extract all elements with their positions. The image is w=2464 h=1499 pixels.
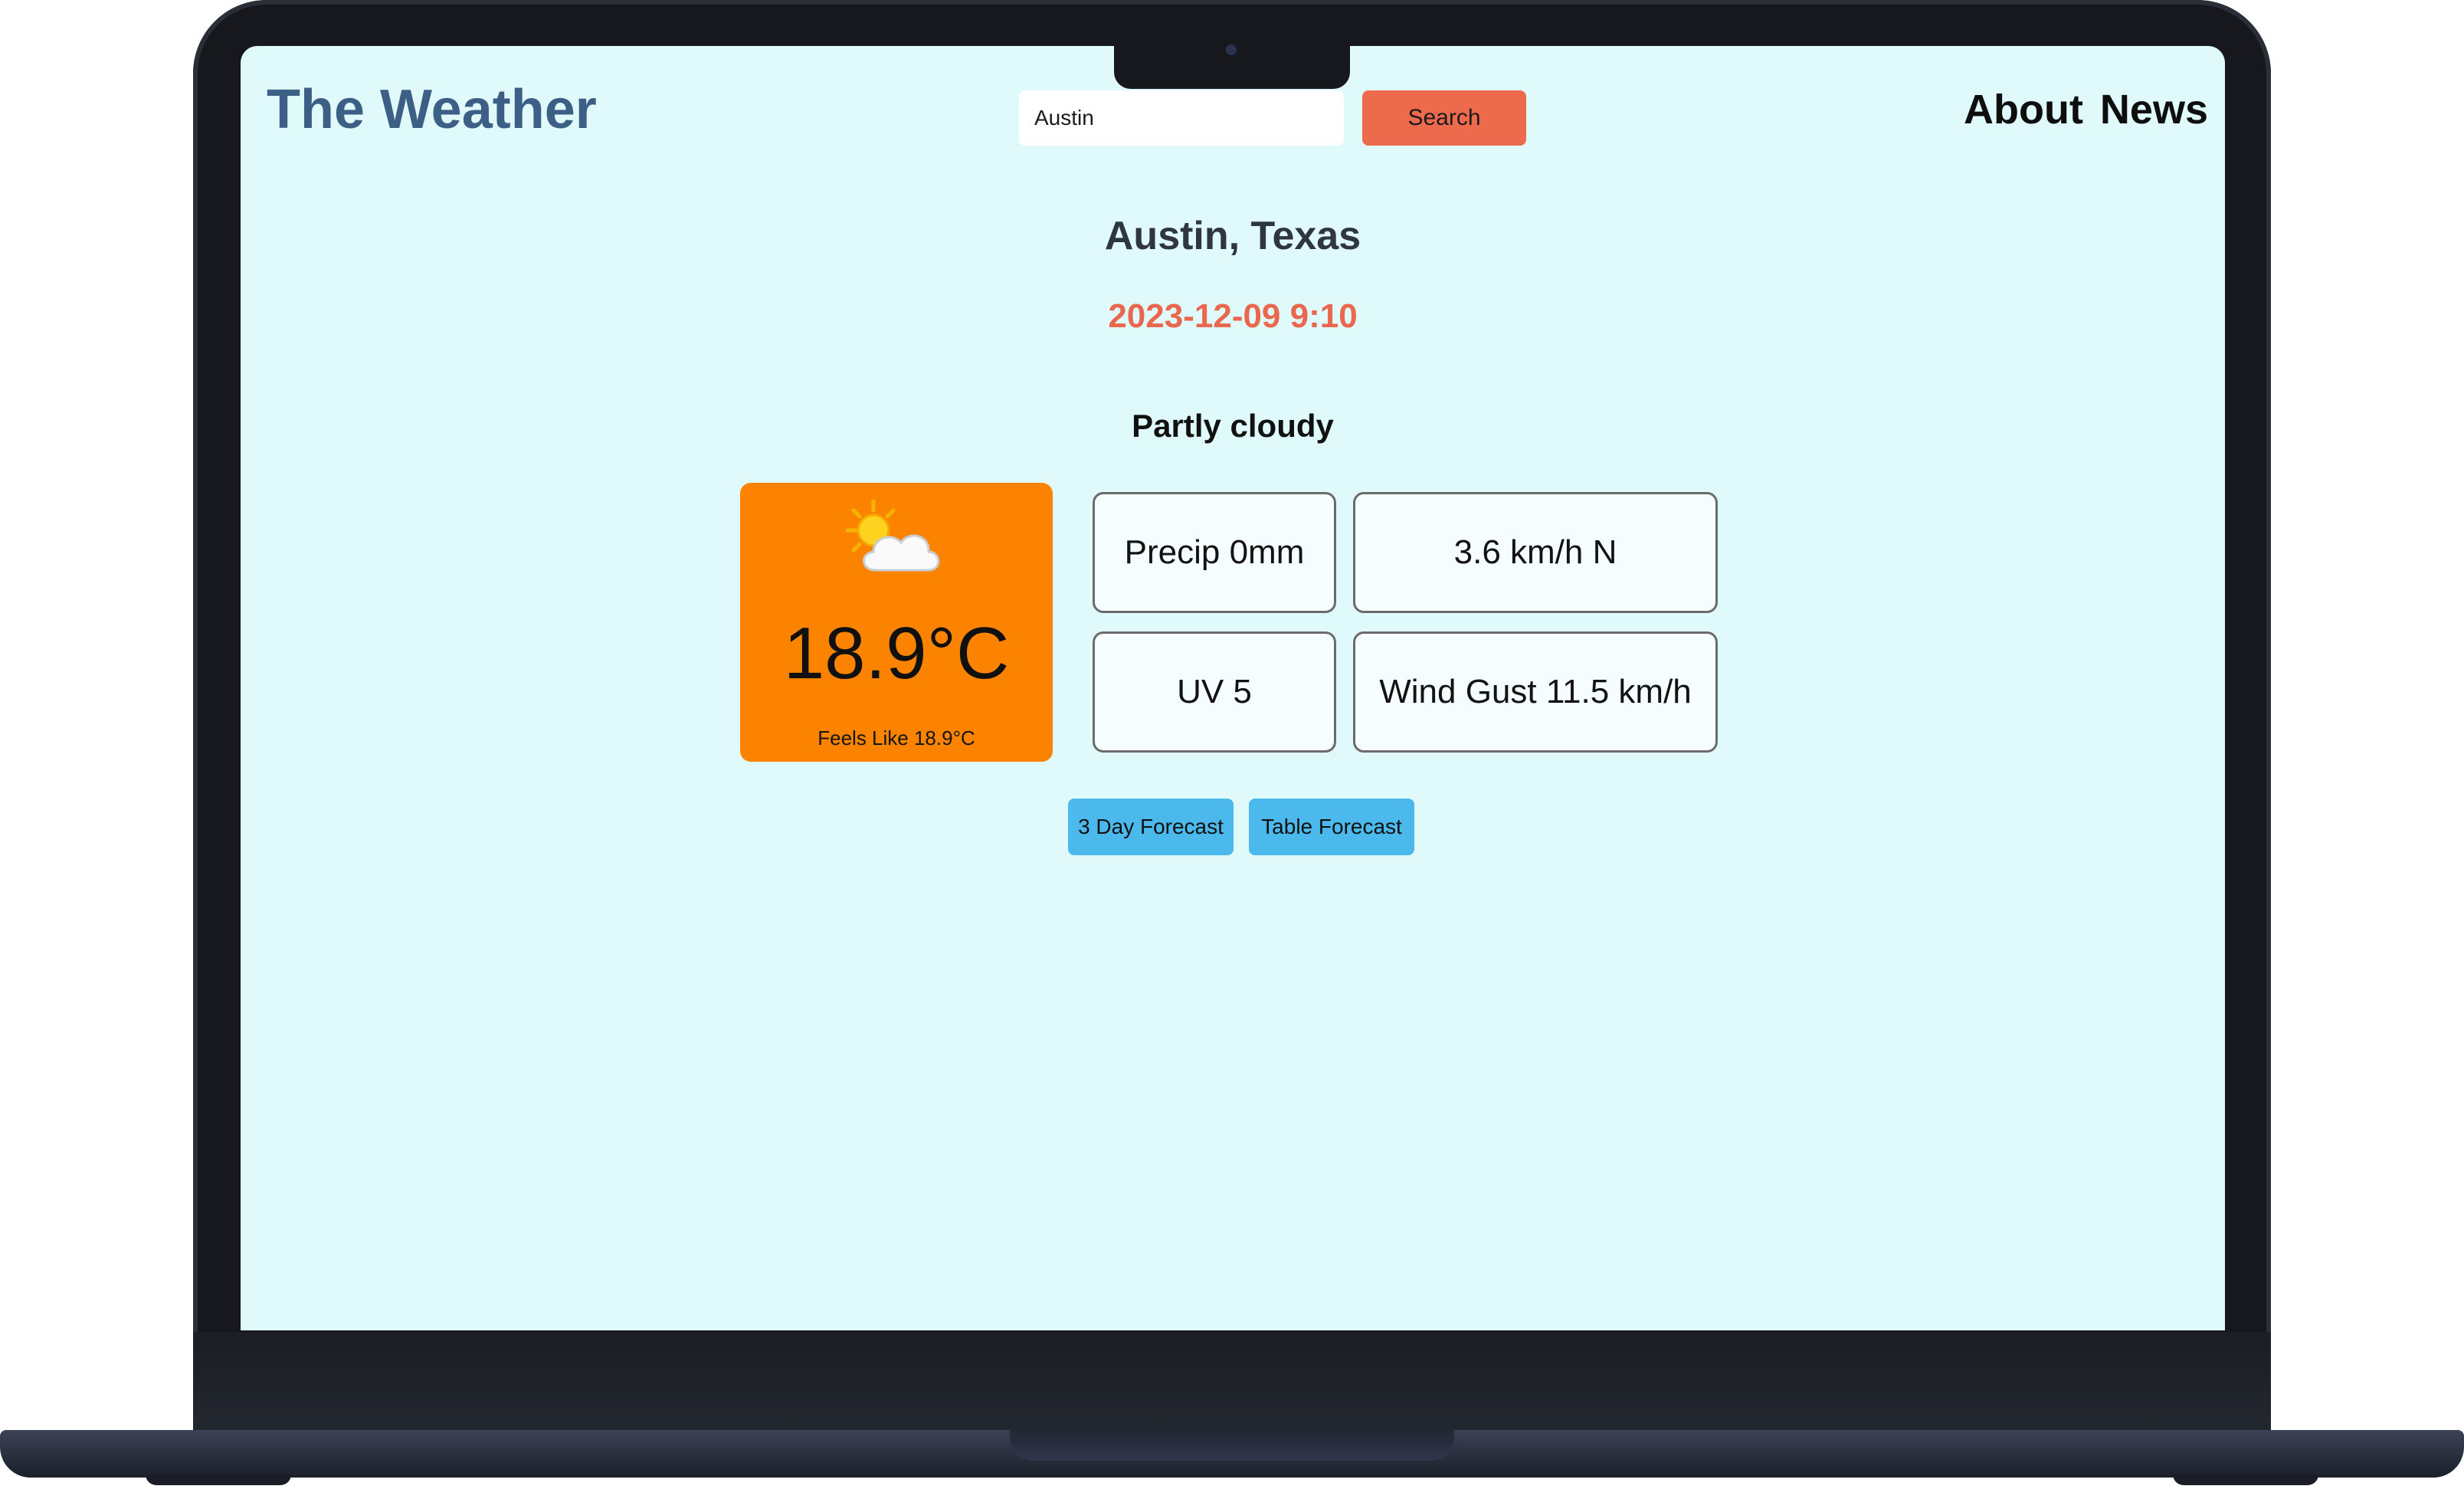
laptop-foot-right bbox=[2173, 1474, 2318, 1485]
top-nav: About News bbox=[1964, 86, 2208, 133]
temperature-card: 18.9°C Feels Like 18.9°C bbox=[740, 483, 1053, 762]
laptop-bezel-bottom bbox=[193, 1332, 2271, 1433]
laptop-mockup: The Weather Search About News Austin, Te… bbox=[0, 0, 2464, 1499]
partly-cloudy-icon bbox=[844, 497, 944, 585]
local-datetime: 2023-12-09 9:10 bbox=[1108, 297, 1358, 335]
three-day-forecast-button[interactable]: 3 Day Forecast bbox=[1068, 799, 1234, 855]
nav-link-news[interactable]: News bbox=[2100, 86, 2208, 133]
search-button[interactable]: Search bbox=[1362, 90, 1526, 146]
weather-condition: Partly cloudy bbox=[1132, 408, 1334, 444]
camera-icon bbox=[1226, 44, 1237, 55]
search-input[interactable] bbox=[1019, 90, 1344, 146]
laptop-foot-left bbox=[146, 1474, 291, 1485]
wind-gust-card: Wind Gust 11.5 km/h bbox=[1353, 631, 1718, 753]
feels-like-text: Feels Like 18.9°C bbox=[818, 727, 975, 750]
temperature-value: 18.9°C bbox=[783, 612, 1010, 694]
site-logo[interactable]: The Weather bbox=[267, 78, 597, 141]
browser-viewport: The Weather Search About News Austin, Te… bbox=[241, 46, 2225, 1330]
nav-link-about[interactable]: About bbox=[1964, 86, 2083, 133]
location-title: Austin, Texas bbox=[1104, 214, 1361, 258]
wind-card: 3.6 km/h N bbox=[1353, 492, 1718, 613]
precip-card: Precip 0mm bbox=[1093, 492, 1336, 613]
laptop-opening-notch bbox=[1010, 1430, 1454, 1461]
uv-card: UV 5 bbox=[1093, 631, 1336, 753]
table-forecast-button[interactable]: Table Forecast bbox=[1249, 799, 1414, 855]
